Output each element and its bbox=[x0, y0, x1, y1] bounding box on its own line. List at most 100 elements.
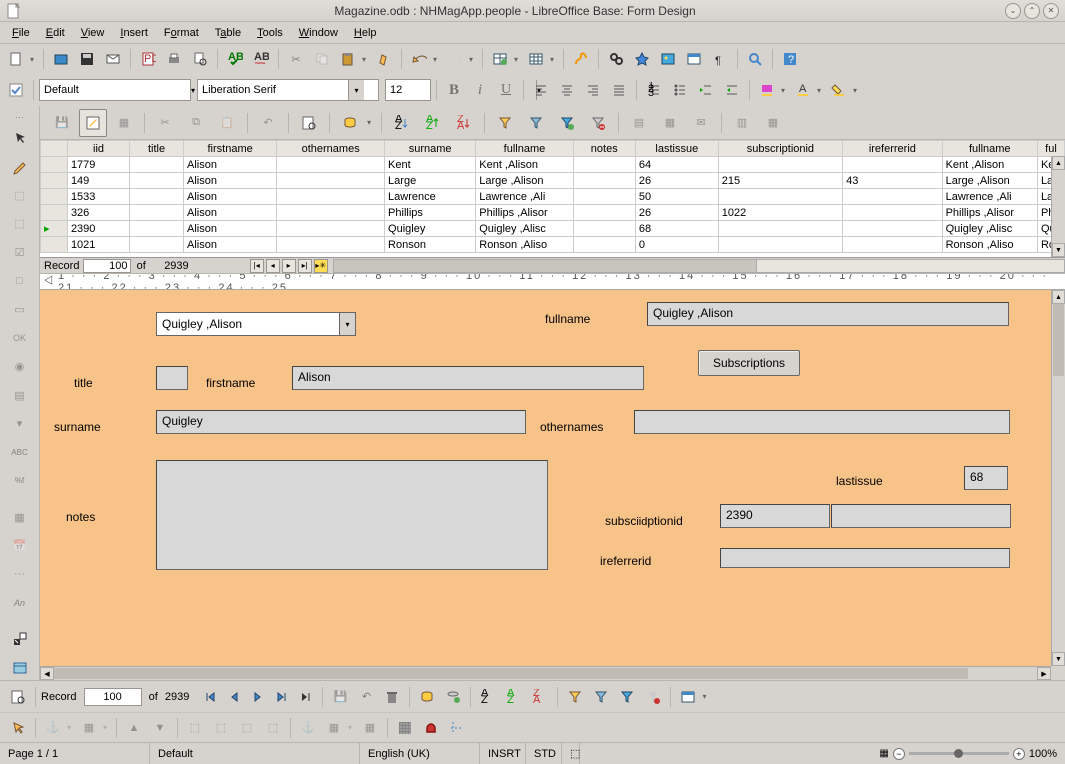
align-right-button[interactable] bbox=[581, 78, 605, 102]
display-grid-button[interactable] bbox=[393, 716, 417, 740]
col-fullname[interactable]: fullname bbox=[476, 141, 573, 157]
save-rec-button[interactable]: 💾 bbox=[328, 685, 352, 709]
more-controls-button[interactable]: %f bbox=[7, 469, 33, 494]
refresh2-button[interactable] bbox=[415, 685, 439, 709]
align-button[interactable]: ▦ bbox=[77, 716, 101, 740]
refresh-dropdown[interactable]: ▾ bbox=[367, 118, 375, 127]
col-ireferrerid[interactable]: ireferrerid bbox=[843, 141, 942, 157]
first-record-button[interactable]: |◂ bbox=[250, 259, 264, 273]
undo-rec-button[interactable]: ↶ bbox=[354, 685, 378, 709]
menu-table[interactable]: Table bbox=[207, 25, 249, 41]
ungroup-button[interactable]: ⬚ bbox=[209, 716, 233, 740]
preview-button[interactable] bbox=[188, 47, 212, 71]
anchor-button[interactable]: ⚓ bbox=[41, 716, 65, 740]
option-tool[interactable]: ◉ bbox=[7, 354, 33, 379]
col-othernames[interactable]: othernames bbox=[277, 141, 385, 157]
zoom-slider[interactable] bbox=[909, 752, 1009, 755]
arrange-button[interactable]: ▦ bbox=[322, 716, 346, 740]
help-button[interactable]: ? bbox=[778, 47, 802, 71]
col-lastissue[interactable]: lastissue bbox=[635, 141, 718, 157]
copy-button[interactable] bbox=[310, 47, 334, 71]
save-button[interactable] bbox=[75, 47, 99, 71]
ds-cur-button[interactable]: ▥ bbox=[728, 109, 756, 137]
mail-merge-button[interactable]: ✉ bbox=[687, 109, 715, 137]
align-left-button[interactable] bbox=[529, 78, 553, 102]
sort2-button[interactable]: AZ bbox=[476, 685, 500, 709]
first2-button[interactable] bbox=[199, 686, 221, 708]
field-ireferrerid[interactable] bbox=[720, 548, 1010, 568]
justify-button[interactable] bbox=[607, 78, 631, 102]
form-nav-button[interactable] bbox=[7, 655, 33, 680]
data-to-fields-button[interactable]: ▦ bbox=[656, 109, 684, 137]
corner-cell[interactable] bbox=[41, 141, 68, 157]
removefilter2-button[interactable] bbox=[641, 685, 665, 709]
table-row[interactable]: 1533AlisonLawrenceLawrence ,Ali50Lawrenc… bbox=[41, 189, 1065, 205]
autospell-button[interactable]: ABC bbox=[249, 47, 273, 71]
pdf-button[interactable]: PDF bbox=[136, 47, 160, 71]
underline-button[interactable]: U bbox=[494, 78, 518, 102]
wizards-button[interactable] bbox=[7, 627, 33, 652]
find-record-button[interactable] bbox=[295, 109, 323, 137]
gallery-button[interactable] bbox=[656, 47, 680, 71]
italic-button[interactable]: i bbox=[468, 78, 492, 102]
formatted-tool[interactable]: ▭ bbox=[7, 297, 33, 322]
maximize-button[interactable]: ⌃ bbox=[1024, 3, 1040, 19]
field-surname[interactable]: Quigley bbox=[156, 410, 526, 434]
table-row[interactable]: ▸2390AlisonQuigleyQuigley ,Alisc68Quigle… bbox=[41, 221, 1065, 237]
data2-button[interactable]: ▦ bbox=[110, 109, 138, 137]
col-subscriptionid[interactable]: subscriptionid bbox=[718, 141, 842, 157]
table-vscroll[interactable]: ▲▼ bbox=[1051, 156, 1065, 257]
enter-group-button[interactable]: ⬚ bbox=[235, 716, 259, 740]
font-name-dropdown[interactable]: ▾ bbox=[348, 80, 364, 100]
draw-button[interactable] bbox=[569, 47, 593, 71]
font-name-combo[interactable]: ▾ bbox=[197, 79, 379, 101]
find-button[interactable] bbox=[604, 47, 628, 71]
menu-view[interactable]: View bbox=[73, 25, 113, 41]
grid-dropdown[interactable]: ▾ bbox=[550, 55, 558, 64]
edit-data-button[interactable] bbox=[79, 109, 107, 137]
table-row[interactable]: 1779AlisonKentKent ,Alison64Kent ,Alison… bbox=[41, 157, 1065, 173]
form-button[interactable]: ⬚ bbox=[7, 212, 33, 237]
menu-format[interactable]: Format bbox=[156, 25, 207, 41]
refresh-button[interactable] bbox=[336, 109, 364, 137]
navigator-button[interactable] bbox=[630, 47, 654, 71]
indent-button[interactable] bbox=[720, 78, 744, 102]
undo-button[interactable] bbox=[407, 47, 431, 71]
cut2-button[interactable]: ✂ bbox=[151, 109, 179, 137]
textbox-tool[interactable]: □ bbox=[7, 269, 33, 294]
status-insert[interactable]: INSRT bbox=[480, 743, 526, 764]
print-button[interactable] bbox=[162, 47, 186, 71]
last-record-button[interactable]: ▸| bbox=[298, 259, 312, 273]
col-firstname[interactable]: firstname bbox=[184, 141, 277, 157]
group-button[interactable]: ⬚ bbox=[183, 716, 207, 740]
para-style-combo[interactable]: ▾ bbox=[39, 79, 191, 101]
menu-file[interactable]: File bbox=[4, 25, 38, 41]
data-to-text-button[interactable]: ▤ bbox=[625, 109, 653, 137]
form-hscroll[interactable]: ◀▶ bbox=[40, 666, 1051, 680]
numbering-button[interactable]: 123 bbox=[642, 78, 666, 102]
styles-button[interactable] bbox=[4, 78, 28, 102]
paste-dropdown[interactable]: ▾ bbox=[362, 55, 370, 64]
next2-button[interactable] bbox=[247, 686, 269, 708]
sort-asc-button[interactable]: AZ bbox=[419, 109, 447, 137]
table-button[interactable] bbox=[488, 47, 512, 71]
undo2-button[interactable]: ↶ bbox=[254, 109, 282, 137]
apply-filter-button[interactable] bbox=[522, 109, 550, 137]
listbox-tool[interactable]: ▤ bbox=[7, 383, 33, 408]
font-color-button[interactable]: A bbox=[791, 78, 815, 102]
guides-button[interactable] bbox=[445, 716, 469, 740]
table-dropdown[interactable]: ▾ bbox=[514, 55, 522, 64]
prev-record-button[interactable]: ◂ bbox=[266, 259, 280, 273]
email-button[interactable] bbox=[101, 47, 125, 71]
copy2-button[interactable]: ⧉ bbox=[182, 109, 210, 137]
more-tool[interactable]: ··· bbox=[7, 562, 33, 587]
table-row[interactable]: 326AlisonPhillipsPhillips ,Alisor261022P… bbox=[41, 205, 1065, 221]
next-record-button[interactable]: ▸ bbox=[282, 259, 296, 273]
table-row[interactable]: 149AlisonLargeLarge ,Alison2621543Large … bbox=[41, 173, 1065, 189]
field-title[interactable] bbox=[156, 366, 188, 390]
book-view-icon[interactable]: ▦ bbox=[879, 748, 888, 759]
autofilter2-button[interactable] bbox=[563, 685, 587, 709]
menu-edit[interactable]: Edit bbox=[38, 25, 73, 41]
zoom-in-button[interactable]: + bbox=[1013, 748, 1025, 760]
sortdesc2-button[interactable]: ZA bbox=[528, 685, 552, 709]
